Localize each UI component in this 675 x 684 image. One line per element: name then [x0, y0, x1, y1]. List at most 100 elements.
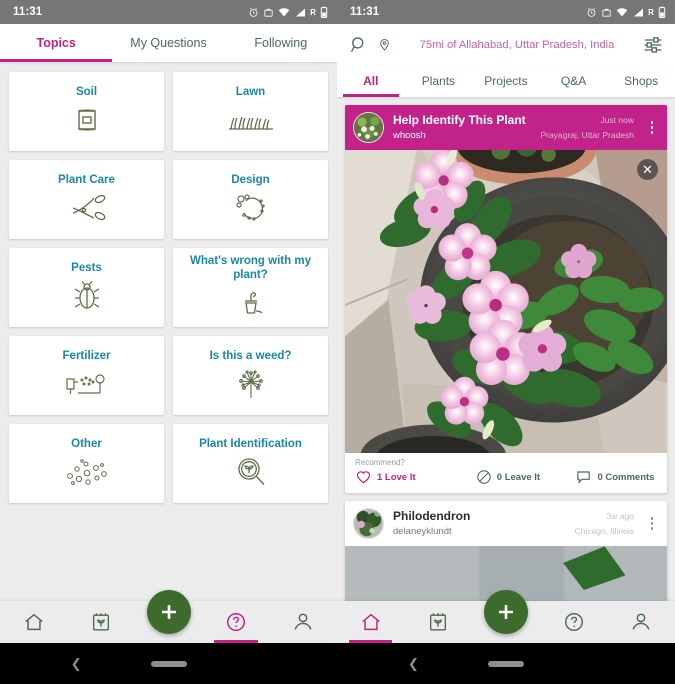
wifi-icon: [278, 7, 290, 16]
search-icon[interactable]: [349, 35, 369, 55]
post-meta: Philodendron delaneyklundt: [393, 509, 565, 537]
dandelion-icon: [236, 367, 266, 401]
nav-help[interactable]: [540, 601, 608, 643]
avatar[interactable]: [353, 508, 384, 539]
back-chevron-icon[interactable]: ❮: [71, 656, 82, 672]
topic-card-pests[interactable]: Pests: [9, 248, 164, 327]
status-icons: R: [248, 6, 328, 18]
post-photo[interactable]: ✕: [345, 150, 667, 453]
comments-button[interactable]: 0 Comments: [575, 469, 654, 485]
left-bottom-nav: [0, 590, 337, 643]
status-bar: 11:31 R: [0, 0, 337, 24]
avatar[interactable]: [353, 112, 384, 143]
nav-help[interactable]: [202, 601, 269, 643]
topic-card-soil[interactable]: Soil: [9, 72, 164, 151]
feed-filter-tabs: All Plants Projects Q&A Shops: [337, 65, 675, 97]
topic-card-other[interactable]: Other: [9, 424, 164, 503]
filter-sliders-icon[interactable]: [643, 35, 663, 55]
topic-label: Is this a weed?: [209, 350, 292, 363]
comments-label: 0 Comments: [597, 471, 655, 483]
leave-it-button[interactable]: 0 Leave It: [476, 469, 576, 485]
filter-tab-shops[interactable]: Shops: [607, 65, 675, 97]
battery-icon: [320, 6, 328, 18]
signal-icon: [296, 8, 306, 16]
love-it-button[interactable]: 1 Love It: [355, 469, 476, 485]
question-circle-icon: [226, 613, 245, 631]
post-card: Help Identify This Plant whoosh Just now…: [345, 105, 667, 493]
close-icon[interactable]: ✕: [637, 159, 658, 180]
home-pill[interactable]: [150, 660, 187, 667]
magnifier-leaf-icon: [236, 455, 266, 489]
scattered-dots-icon: [64, 455, 110, 489]
tab-my-questions[interactable]: My Questions: [112, 24, 224, 62]
no-entry-icon: [477, 470, 491, 484]
post-username[interactable]: whoosh: [393, 130, 531, 141]
avatar-image: [354, 113, 383, 142]
roaming-indicator: R: [310, 7, 316, 17]
topic-grid: Soil Lawn Plant Care Design Pests What's…: [0, 62, 337, 512]
tab-following[interactable]: Following: [225, 24, 337, 62]
roaming-indicator: R: [648, 7, 654, 17]
speech-bubble-icon: [577, 471, 591, 484]
topic-card-is-this-a-weed[interactable]: Is this a weed?: [173, 336, 328, 415]
tab-topics-label: Topics: [36, 36, 76, 50]
post-title: Help Identify This Plant: [393, 113, 526, 128]
wilting-plant-icon: [237, 286, 265, 320]
left-phone-screen: 11:31 R Topics My Questions Following So…: [0, 0, 337, 684]
filter-tab-qa[interactable]: Q&A: [540, 65, 608, 97]
add-post-fab[interactable]: [146, 590, 191, 634]
topic-card-design[interactable]: Design: [173, 160, 328, 239]
right-app-body: 75mi of Allahabad, Uttar Pradesh, India …: [337, 24, 675, 643]
topic-card-fertilizer[interactable]: Fertilizer: [9, 336, 164, 415]
topic-label: Soil: [75, 86, 98, 99]
filter-tab-label: Plants: [421, 74, 456, 88]
nav-profile[interactable]: [607, 601, 675, 643]
back-chevron-icon[interactable]: ❮: [408, 656, 419, 672]
left-app-body: Topics My Questions Following Soil Lawn …: [0, 24, 337, 643]
filter-tab-projects[interactable]: Projects: [472, 65, 540, 97]
home-pill[interactable]: [488, 660, 524, 667]
plant-photo-image: [345, 150, 667, 453]
plus-icon: [499, 605, 513, 619]
add-post-fab[interactable]: [484, 590, 528, 634]
dual-screenshot: 11:31 R Topics My Questions Following So…: [0, 0, 675, 684]
kebab-menu-icon[interactable]: [643, 121, 659, 134]
status-time: 11:31: [13, 6, 43, 18]
kebab-menu-icon[interactable]: [643, 517, 659, 530]
alarm-icon: [249, 7, 258, 17]
right-system-nav: ❮: [337, 643, 675, 684]
nav-home[interactable]: [337, 601, 405, 643]
topic-card-whats-wrong[interactable]: What's wrong with my plant?: [173, 248, 328, 327]
home-icon: [362, 613, 380, 631]
topic-card-plant-care[interactable]: Plant Care: [9, 160, 164, 239]
nav-my-plants[interactable]: [67, 601, 134, 643]
location-filter-link[interactable]: 75mi of Allahabad, Uttar Pradesh, India: [400, 39, 634, 51]
post-username[interactable]: delaneyklundt: [393, 526, 565, 537]
topics-tabbar: Topics My Questions Following: [0, 24, 337, 62]
grass-icon: [228, 103, 274, 137]
person-icon: [294, 613, 312, 630]
battery-icon: [658, 6, 666, 18]
filter-tab-plants[interactable]: Plants: [405, 65, 473, 97]
post-time: Just now: [600, 114, 634, 125]
location-pin-icon[interactable]: [378, 38, 391, 51]
status-bar: 11:31 R: [337, 0, 675, 24]
nav-home[interactable]: [0, 601, 67, 643]
recommend-label: Recommend?: [355, 458, 405, 467]
fertilizer-spray-icon: [64, 367, 110, 401]
tab-my-questions-label: My Questions: [130, 36, 207, 50]
nav-my-plants[interactable]: [405, 601, 473, 643]
topic-card-plant-identification[interactable]: Plant Identification: [173, 424, 328, 503]
topic-label: Pests: [71, 262, 102, 275]
topic-card-lawn[interactable]: Lawn: [173, 72, 328, 151]
tab-following-label: Following: [254, 36, 308, 50]
filter-tab-label: Q&A: [560, 74, 587, 88]
beetle-icon: [74, 279, 100, 313]
signal-icon: [634, 8, 644, 16]
avatar-image: [354, 509, 383, 538]
post-timeplace: 3w ago Chicago, Illinois: [574, 511, 634, 536]
bag-icon: [264, 8, 273, 17]
filter-tab-all[interactable]: All: [337, 65, 405, 97]
nav-profile[interactable]: [270, 601, 337, 643]
tab-topics[interactable]: Topics: [0, 24, 113, 62]
